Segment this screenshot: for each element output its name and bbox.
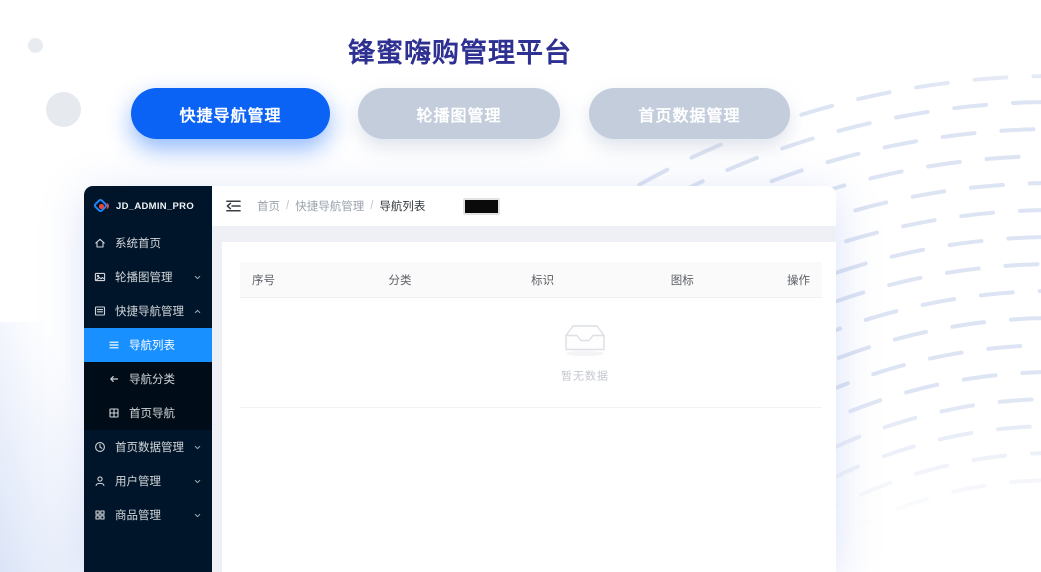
chevron-down-icon — [193, 443, 202, 452]
topbar-black-box[interactable] — [463, 198, 500, 215]
column-header-index: 序号 — [240, 272, 327, 288]
sidebar-subitem-nav-category[interactable]: 导航分类 — [84, 362, 212, 396]
table-card: 序号 分类 标识 图标 操作 暂无数据 — [222, 242, 836, 572]
content-area: 首页 / 快捷导航管理 / 导航列表 序号 分类 标识 图标 操作 — [212, 186, 836, 572]
quick-nav-submenu: 导航列表 导航分类 首页导航 — [84, 328, 212, 430]
appstore-icon — [94, 509, 107, 521]
breadcrumb-quick-nav[interactable]: 快捷导航管理 — [295, 198, 364, 214]
breadcrumb-home[interactable]: 首页 — [257, 198, 280, 214]
brand-logo-icon — [93, 198, 109, 214]
sidebar: JD_ADMIN_PRO 系统首页 轮播图管理 快捷导航管理 — [84, 186, 212, 572]
topbar: 首页 / 快捷导航管理 / 导航列表 — [212, 186, 836, 226]
sidebar-item-home[interactable]: 系统首页 — [84, 226, 212, 260]
nav-box-icon — [94, 305, 107, 317]
breadcrumb-separator: / — [286, 200, 289, 212]
sidebar-item-users[interactable]: 用户管理 — [84, 464, 212, 498]
empty-text: 暂无数据 — [561, 367, 609, 383]
clock-icon — [94, 441, 107, 453]
column-header-category: 分类 — [327, 272, 473, 288]
sidebar-subitem-home-nav[interactable]: 首页导航 — [84, 396, 212, 430]
breadcrumb-separator: / — [370, 200, 373, 212]
breadcrumb: 首页 / 快捷导航管理 / 导航列表 — [257, 198, 425, 214]
menu-fold-icon[interactable] — [224, 199, 241, 213]
image-icon — [94, 271, 107, 283]
chevron-down-icon — [193, 477, 202, 486]
sidebar-item-quick-nav[interactable]: 快捷导航管理 — [84, 294, 212, 328]
column-header-icon: 图标 — [612, 272, 752, 288]
chevron-up-icon — [193, 307, 202, 316]
home-icon — [94, 237, 107, 249]
column-header-actions: 操作 — [752, 272, 822, 288]
sidebar-item-products[interactable]: 商品管理 — [84, 498, 212, 532]
sidebar-item-carousel[interactable]: 轮播图管理 — [84, 260, 212, 294]
tab-carousel-management[interactable]: 轮播图管理 — [358, 88, 560, 139]
admin-panel: JD_ADMIN_PRO 系统首页 轮播图管理 快捷导航管理 — [84, 186, 836, 572]
brand: JD_ADMIN_PRO — [84, 186, 212, 226]
sidebar-subitem-nav-list[interactable]: 导航列表 — [84, 328, 212, 362]
table-empty-state: 暂无数据 — [240, 298, 822, 408]
chevron-down-icon — [193, 273, 202, 282]
sidebar-item-home-data[interactable]: 首页数据管理 — [84, 430, 212, 464]
tab-home-data-management[interactable]: 首页数据管理 — [589, 88, 790, 139]
tab-quick-nav-management[interactable]: 快捷导航管理 — [131, 88, 330, 139]
brand-name: JD_ADMIN_PRO — [116, 201, 194, 212]
column-header-identifier: 标识 — [473, 272, 613, 288]
table-header-row: 序号 分类 标识 图标 操作 — [240, 262, 822, 298]
chevron-down-icon — [193, 511, 202, 520]
grid-icon — [108, 407, 121, 419]
user-icon — [94, 475, 107, 487]
arrow-left-icon — [108, 373, 121, 385]
breadcrumb-current: 导航列表 — [379, 198, 425, 214]
content-body: 序号 分类 标识 图标 操作 暂无数据 — [212, 226, 836, 572]
list-icon — [108, 339, 121, 351]
empty-box-icon — [562, 322, 608, 356]
page-title: 锋蜜嗨购管理平台 — [84, 31, 836, 70]
